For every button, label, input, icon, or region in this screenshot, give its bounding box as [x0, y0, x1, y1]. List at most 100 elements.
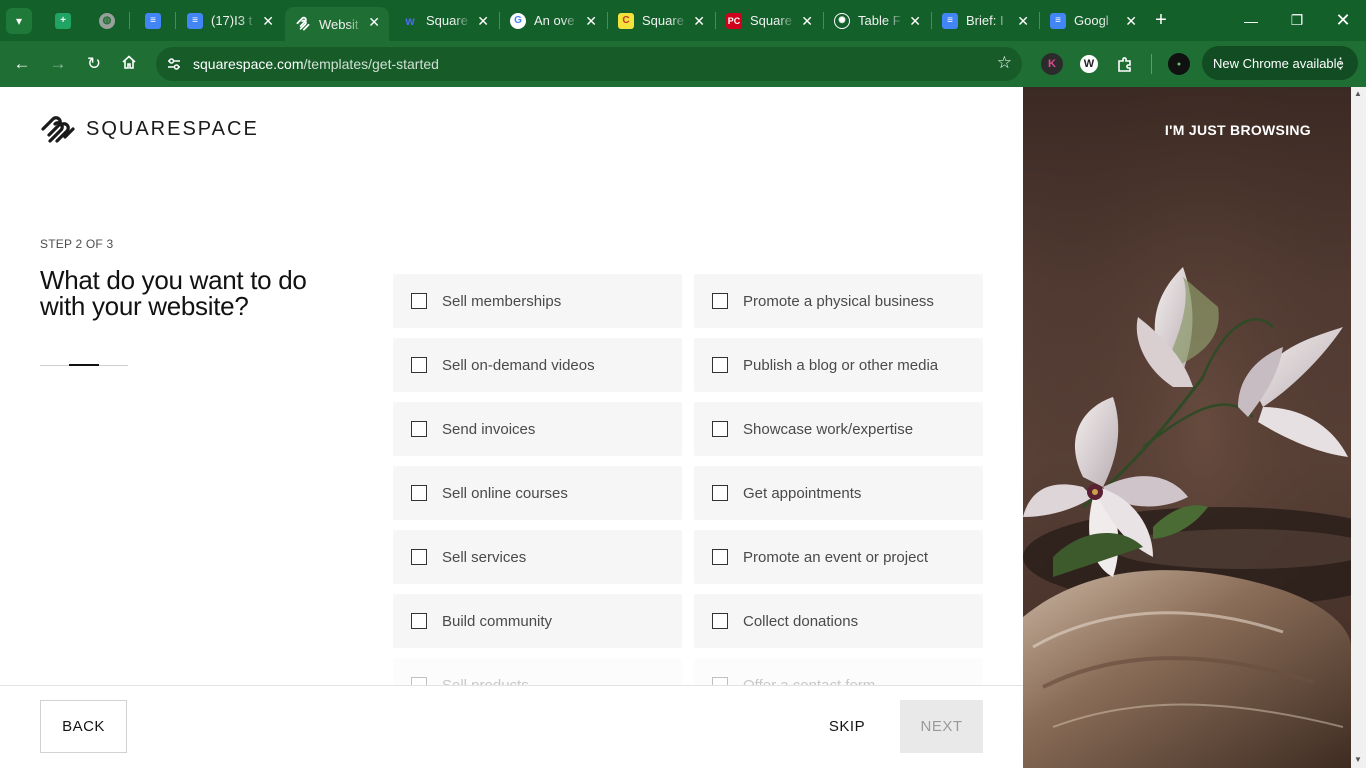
- back-nav-button[interactable]: ←: [9, 51, 35, 77]
- checkbox[interactable]: [712, 357, 728, 373]
- close-icon[interactable]: ✕: [262, 13, 274, 30]
- close-icon[interactable]: ✕: [368, 14, 380, 31]
- chrome-update-button[interactable]: New Chrome available ⋮: [1202, 46, 1358, 80]
- tab-title: Websit: [319, 16, 359, 32]
- bookmark-star-icon[interactable]: ☆: [997, 53, 1012, 73]
- checkbox[interactable]: [411, 485, 427, 501]
- checkbox[interactable]: [411, 357, 427, 373]
- tab-docs-brief[interactable]: ≡ Brief: I ✕: [932, 0, 1038, 41]
- hero-image-panel: I'M JUST BROWSING: [1023, 87, 1351, 768]
- option-sell-memberships[interactable]: Sell memberships: [393, 274, 682, 328]
- forward-nav-button[interactable]: →: [45, 51, 71, 77]
- option-label: Sell memberships: [442, 292, 562, 310]
- tab-squarespace-active[interactable]: Websit ✕: [285, 7, 389, 41]
- page-scrollbar[interactable]: ▲ ▼: [1351, 87, 1366, 768]
- option-sell-on-demand-videos[interactable]: Sell on-demand videos: [393, 338, 682, 392]
- checkbox[interactable]: [411, 549, 427, 565]
- logo-wordmark: SQUARESPACE: [86, 118, 259, 140]
- extension-w-icon[interactable]: W: [1078, 53, 1100, 75]
- tab-google-search[interactable]: G An ove ✕: [500, 0, 606, 41]
- back-button[interactable]: BACK: [40, 700, 127, 753]
- onboarding-footer: BACK SKIP NEXT: [0, 685, 1023, 768]
- site-info-icon[interactable]: [166, 56, 182, 72]
- tab-pinned-docs[interactable]: ≡: [132, 0, 174, 41]
- tab-docs-17[interactable]: ≡ (17)I3 t ✕: [177, 0, 283, 41]
- checkbox[interactable]: [712, 293, 728, 309]
- option-showcase-work[interactable]: Showcase work/expertise: [694, 402, 983, 456]
- checkbox[interactable]: [712, 613, 728, 629]
- address-bar[interactable]: squarespace.com/templates/get-started ☆: [156, 47, 1022, 81]
- checkbox[interactable]: [712, 421, 728, 437]
- option-label: Promote a physical business: [743, 292, 934, 310]
- close-window-button[interactable]: ✕: [1320, 0, 1366, 41]
- checkbox[interactable]: [712, 485, 728, 501]
- scroll-down-arrow-icon[interactable]: ▼: [1354, 755, 1362, 764]
- tab-pcmag[interactable]: PC Square ✕: [716, 0, 822, 41]
- tab-title: Square: [750, 13, 792, 28]
- checkbox[interactable]: [411, 293, 427, 309]
- google-docs-icon: ≡: [187, 12, 203, 29]
- checkbox[interactable]: [411, 421, 427, 437]
- option-send-invoices[interactable]: Send invoices: [393, 402, 682, 456]
- close-icon[interactable]: ✕: [801, 13, 813, 30]
- google-sheets-icon: +: [55, 12, 71, 29]
- tab-title: (17)I3 t: [211, 13, 253, 28]
- tab-wix[interactable]: w Square ✕: [392, 0, 498, 41]
- openai-icon: ✺: [834, 12, 850, 29]
- page-content: SQUARESPACE STEP 2 OF 3 What do you want…: [0, 87, 1366, 768]
- option-label: Collect donations: [743, 612, 859, 630]
- tab-docs-google[interactable]: ≡ Googl ✕: [1040, 0, 1146, 41]
- option-promote-physical-business[interactable]: Promote a physical business: [694, 274, 983, 328]
- option-get-appointments[interactable]: Get appointments: [694, 466, 983, 520]
- skip-button[interactable]: SKIP: [815, 700, 879, 753]
- chevron-down-icon: ▾: [15, 14, 23, 28]
- squarespace-logo[interactable]: SQUARESPACE: [40, 114, 259, 145]
- restore-icon: ❐: [1290, 12, 1304, 28]
- tab-pinned-sheets[interactable]: +: [42, 0, 84, 41]
- url-host: squarespace.com: [193, 56, 304, 72]
- close-icon[interactable]: ✕: [693, 13, 705, 30]
- pcmag-icon: PC: [726, 12, 742, 29]
- option-collect-donations[interactable]: Collect donations: [694, 594, 983, 648]
- tab-search-button[interactable]: ▾: [6, 8, 32, 34]
- option-label: Promote an event or project: [743, 548, 929, 566]
- tab-title: Brief: I: [966, 13, 1004, 28]
- close-icon[interactable]: ✕: [1125, 13, 1137, 30]
- new-tab-button[interactable]: +: [1150, 9, 1172, 31]
- url-text[interactable]: squarespace.com/templates/get-started: [193, 56, 439, 72]
- home-button[interactable]: [116, 51, 142, 77]
- onboarding-panel: SQUARESPACE STEP 2 OF 3 What do you want…: [0, 87, 1023, 768]
- squarespace-icon: [295, 16, 311, 32]
- extensions-puzzle-icon[interactable]: [1114, 53, 1136, 75]
- checkbox[interactable]: [411, 613, 427, 629]
- close-icon[interactable]: ✕: [909, 13, 921, 30]
- option-promote-event[interactable]: Promote an event or project: [694, 530, 983, 584]
- option-build-community[interactable]: Build community: [393, 594, 682, 648]
- checkbox[interactable]: [712, 549, 728, 565]
- google-docs-icon: ≡: [942, 12, 958, 29]
- tab-title: Googl: [1074, 13, 1109, 28]
- minimize-button[interactable]: —: [1228, 0, 1274, 41]
- close-icon: ✕: [1335, 10, 1351, 30]
- restore-button[interactable]: ❐: [1274, 0, 1320, 41]
- close-icon[interactable]: ✕: [477, 13, 489, 30]
- tab-pinned-globe[interactable]: ◍: [86, 0, 128, 41]
- reload-button[interactable]: ↻: [81, 51, 107, 77]
- more-vert-icon[interactable]: ⋮: [1333, 54, 1348, 72]
- option-sell-online-courses[interactable]: Sell online courses: [393, 466, 682, 520]
- tab-c-site[interactable]: C Square ✕: [608, 0, 714, 41]
- url-path: /templates/get-started: [303, 56, 439, 72]
- tab-openai[interactable]: ✺ Table F ✕: [824, 0, 930, 41]
- profile-avatar[interactable]: ●: [1168, 53, 1190, 75]
- option-sell-services[interactable]: Sell services: [393, 530, 682, 584]
- just-browsing-link[interactable]: I'M JUST BROWSING: [1165, 122, 1311, 138]
- extension-k-icon[interactable]: K: [1041, 53, 1063, 75]
- progress-fill: [69, 364, 99, 366]
- option-label: Publish a blog or other media: [743, 356, 939, 374]
- next-button[interactable]: NEXT: [900, 700, 983, 753]
- close-icon[interactable]: ✕: [585, 13, 597, 30]
- option-publish-blog[interactable]: Publish a blog or other media: [694, 338, 983, 392]
- scroll-up-arrow-icon[interactable]: ▲: [1354, 89, 1362, 98]
- close-icon[interactable]: ✕: [1017, 13, 1029, 30]
- tab-title: Square: [642, 13, 684, 28]
